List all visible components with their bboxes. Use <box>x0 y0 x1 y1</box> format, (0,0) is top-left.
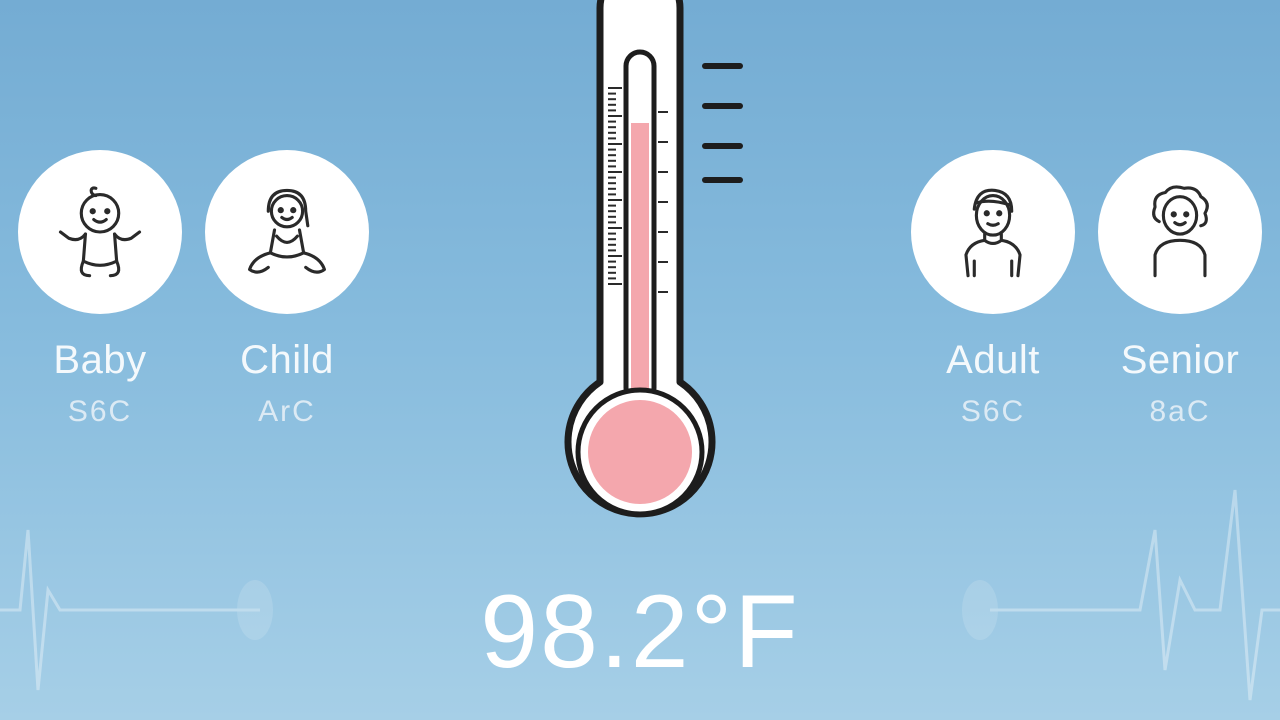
avatar-adult <box>911 150 1075 314</box>
group-label-child: Child <box>240 338 334 382</box>
group-card-child: Child ArC <box>205 150 369 430</box>
heartbeat-line-left <box>0 529 273 691</box>
group-card-adult: Adult S6C <box>911 150 1075 430</box>
group-label-baby: Baby <box>53 338 147 382</box>
senior-icon <box>1152 185 1209 278</box>
baby-icon <box>58 186 142 278</box>
group-label-senior: Senior <box>1120 338 1240 382</box>
group-temp-baby: S6C <box>67 395 133 428</box>
group-card-baby: Baby S6C <box>18 150 182 430</box>
adult-icon <box>964 188 1022 278</box>
group-label-adult: Adult <box>946 338 1040 382</box>
group-temp-senior: 8aC <box>1149 395 1211 428</box>
avatar-baby <box>18 150 182 314</box>
group-temp-child: ArC <box>258 395 316 428</box>
heartbeat-line-right <box>962 489 1280 701</box>
avatar-senior <box>1098 150 1262 314</box>
child-icon <box>248 188 326 274</box>
temperature-scene: Baby S6C Child ArC Adult S6C Senior 8aC … <box>0 0 1280 720</box>
thermometer-bulb <box>588 400 692 504</box>
group-temp-adult: S6C <box>960 395 1026 428</box>
group-card-senior: Senior 8aC <box>1098 150 1262 430</box>
avatar-child <box>205 150 369 314</box>
thermometer-markers <box>702 63 743 183</box>
temperature-reading: 98.2°F <box>480 574 800 690</box>
thermometer-icon <box>564 0 743 518</box>
thermometer-fill <box>631 123 649 410</box>
